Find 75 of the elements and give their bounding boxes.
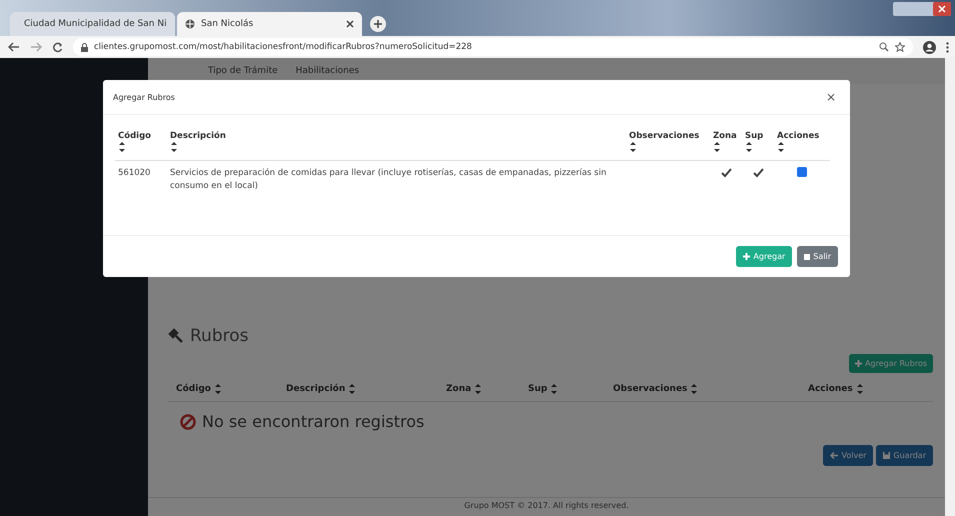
modal-title: Agregar Rubros [113, 92, 175, 102]
column-header[interactable]: Observaciones [613, 383, 808, 395]
close-icon [346, 20, 354, 28]
header-label: Observaciones [629, 131, 700, 141]
gavel-icon [168, 328, 184, 344]
browser-tab[interactable]: Ciudad Municipalidad de San Ni [10, 12, 175, 36]
url-text: clientes.grupomost.com/most/habilitacionesfront/modificarRubros?numeroSolicitud=228 [94, 42, 473, 52]
column-header[interactable]: Código [176, 383, 286, 395]
reload-icon [52, 42, 63, 52]
section-title: Rubros [190, 326, 248, 346]
more-icon [946, 42, 949, 52]
arrow-left-icon [830, 452, 838, 459]
column-header[interactable]: Zona [446, 383, 528, 395]
column-header[interactable]: Acciones [808, 383, 925, 395]
square-icon [804, 254, 810, 260]
sort-icon [118, 141, 126, 153]
column-header[interactable]: Sup [742, 127, 774, 160]
add-button[interactable]: Agregar [736, 246, 792, 267]
sort-icon [348, 383, 356, 395]
checkbox[interactable] [797, 167, 807, 177]
sort-icon [629, 141, 637, 153]
forward-arrow-icon [30, 42, 42, 52]
column-header[interactable]: Descripción [167, 127, 626, 160]
address-field[interactable]: clientes.grupomost.com/most/habilitacionesfront/modificarRubros?numeroSolicitud=228 [73, 38, 913, 56]
column-header[interactable]: Acciones [774, 127, 830, 160]
sort-icon [777, 141, 785, 153]
header-label: Código [176, 384, 211, 394]
prohibited-icon [180, 414, 196, 430]
footer-text: Grupo MOST © 2017. All rights reserved. [148, 497, 945, 516]
plus-icon [855, 360, 862, 367]
header-label: Descripción [170, 131, 226, 141]
column-header[interactable]: Sup [528, 383, 613, 395]
window-controls-icon [893, 2, 951, 16]
exit-button[interactable]: Salir [797, 246, 838, 267]
floppy-icon [883, 452, 890, 459]
sort-icon [214, 383, 222, 395]
sort-icon [856, 383, 864, 395]
new-tab-icon [370, 16, 386, 32]
sort-icon [745, 141, 753, 153]
table-cell: Servicios de preparación de comidas para llevar (incluye rotiserías, casas de empanadas, pizzerías sin consumo en el local) [167, 160, 626, 199]
header-label: Sup [528, 384, 548, 394]
back-button[interactable]: Volver [823, 445, 874, 466]
table-cell: 561020 [115, 160, 167, 199]
sort-icon [474, 383, 482, 395]
save-button[interactable]: Guardar [876, 445, 933, 466]
account-icon [923, 40, 936, 54]
header-label: Acciones [808, 384, 853, 394]
header-label: Acciones [777, 131, 820, 141]
browser-tab[interactable]: San Nicolás [177, 12, 362, 36]
sort-icon [690, 383, 698, 395]
sort-icon [170, 141, 178, 153]
plus-icon [743, 253, 750, 260]
back-arrow-icon [8, 42, 20, 52]
tab-title: Ciudad Municipalidad de San Ni [24, 19, 167, 29]
header-label: Sup [745, 131, 764, 141]
sort-icon [550, 383, 558, 395]
star-icon [895, 42, 905, 52]
column-header[interactable]: Descripción [286, 383, 446, 395]
header-label: Descripción [286, 384, 346, 394]
close-button[interactable]: × [824, 90, 838, 104]
zoom-icon [879, 42, 889, 52]
empty-message: No se encontraron registros [202, 412, 424, 431]
header-label: Zona [446, 384, 472, 394]
column-header[interactable]: Código [115, 127, 167, 160]
lock-icon [81, 42, 88, 52]
header-label: Código [118, 131, 151, 141]
header-label: Zona [713, 131, 737, 141]
globe-icon [185, 19, 195, 29]
column-header[interactable]: Zona [710, 127, 742, 160]
tab-title: San Nicolás [201, 19, 254, 29]
nav-link[interactable]: Tipo de Trámite [208, 66, 278, 76]
nav-link[interactable]: Habilitaciones [296, 66, 360, 76]
sort-icon [713, 141, 721, 153]
column-header[interactable]: Observaciones [626, 127, 710, 160]
header-label: Observaciones [613, 384, 688, 394]
